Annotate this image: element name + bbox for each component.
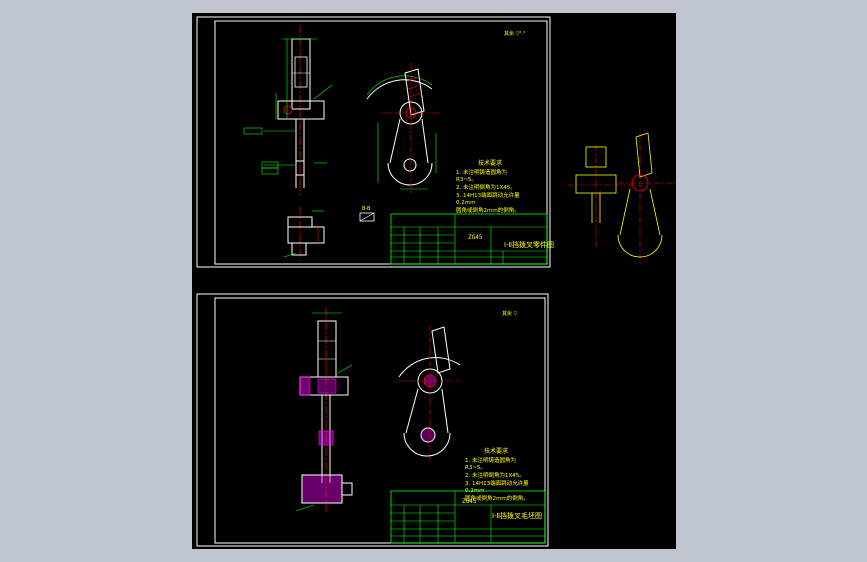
boss-hatch xyxy=(317,378,337,394)
sheet-1-fork-view xyxy=(366,63,442,193)
base-section-hatch xyxy=(301,474,343,504)
note-line: 3. 14H13端面跳动允许量 xyxy=(465,479,529,487)
sheet-1-inner-border xyxy=(214,20,548,265)
sheet-1-technical-notes: 技术要求 1. 未注明铸造圆角为 R3~5。 2. 未注明倒角为1X45。 3.… xyxy=(456,159,520,214)
leader-line xyxy=(337,364,353,374)
shaft-head-outline xyxy=(317,320,337,378)
drawing-title: Ⅰ-Ⅱ挡拨叉毛坯图 xyxy=(492,511,542,520)
note-line: 圆角或倒角2mm的倒角。 xyxy=(456,206,520,214)
fork-legs xyxy=(405,388,449,434)
boss-hatch xyxy=(299,376,311,396)
leader-line xyxy=(313,84,333,100)
side-detail-view xyxy=(568,132,676,263)
fork-arc-dimension xyxy=(366,75,433,96)
drawing-title: Ⅰ-Ⅱ挡拨叉零件图 xyxy=(504,240,554,249)
sheet-1-outer-border xyxy=(196,16,551,268)
note-line: 1. 未注明铸造圆角为 xyxy=(465,456,516,464)
section-marker: B-B xyxy=(359,206,375,222)
note-line: 3. 14H13端面跳动允许量 xyxy=(456,191,520,199)
slot-outline xyxy=(294,56,308,88)
fork-arc xyxy=(398,357,461,378)
part-number: ZG45 xyxy=(462,498,477,505)
sheet-1: B-B 其余 ▽⁶·³ 技术要求 1. 未注明铸造圆角为 R3~5。 2. 未注… xyxy=(196,16,554,268)
fork-jaw-hole xyxy=(403,158,417,172)
notes-title: 技术要求 xyxy=(484,447,508,455)
roughness-note: 其余 ▽ xyxy=(502,310,518,317)
leader-line xyxy=(295,504,315,512)
fork-arm xyxy=(431,326,451,374)
base-step xyxy=(341,482,353,496)
sheet-2: 其余 ▽ 技术要求 1. 未注明铸造圆角为 R3~5。 2. 未注明倒角为1X4… xyxy=(196,293,549,547)
tolerance-frame xyxy=(261,167,279,175)
note-line: R3~5。 xyxy=(465,465,486,471)
fork-legs xyxy=(389,118,429,164)
section-marker-diagonal xyxy=(359,212,375,222)
sheet-1-title-block: ZG45 Ⅰ-Ⅱ挡拨叉零件图 xyxy=(390,213,554,265)
note-line: 2. 未注明倒角为1X45。 xyxy=(465,471,525,479)
side-fork-arm xyxy=(635,132,653,178)
fork-arm-hatch xyxy=(407,84,422,90)
sheet-2-technical-notes: 技术要求 1. 未注明铸造圆角为 R3~5。 2. 未注明倒角为1X45。 3.… xyxy=(465,447,529,502)
sheet-1-section-view xyxy=(283,207,325,261)
section-body xyxy=(287,226,325,244)
cad-drawing-svg: B-B 其余 ▽⁶·³ 技术要求 1. 未注明铸造圆角为 R3~5。 2. 未注… xyxy=(196,16,676,547)
note-line: R3~5。 xyxy=(456,177,477,183)
note-line: 1. 未注明铸造圆角为 xyxy=(456,168,507,176)
note-line: 0.2mm xyxy=(456,200,475,206)
tolerance-frame xyxy=(243,127,263,135)
roughness-note: 其余 ▽⁶·³ xyxy=(504,30,525,37)
hole-circle xyxy=(283,105,293,115)
fork-jaw-hole xyxy=(420,427,436,443)
section-label: B-B xyxy=(362,206,371,212)
part-number: ZG45 xyxy=(468,234,483,241)
fork-jaw xyxy=(387,162,433,186)
sheet-2-inner-border xyxy=(214,297,546,544)
rod-section-hatch xyxy=(318,430,334,446)
section-foot xyxy=(291,242,307,256)
sheet-2-front-view xyxy=(295,308,353,513)
sheet-2-fork-view xyxy=(397,325,461,461)
note-line: 2. 未注明倒角为1X45。 xyxy=(456,183,516,191)
sheet-2-outer-border xyxy=(196,293,549,547)
boss-outline xyxy=(277,100,325,120)
notes-title: 技术要求 xyxy=(478,159,502,167)
sheet-1-front-view xyxy=(243,25,333,195)
drawing-canvas[interactable]: B-B 其余 ▽⁶·³ 技术要求 1. 未注明铸造圆角为 R3~5。 2. 未注… xyxy=(192,13,676,549)
cad-viewer: B-B 其余 ▽⁶·³ 技术要求 1. 未注明铸造圆角为 R3~5。 2. 未注… xyxy=(0,0,867,562)
